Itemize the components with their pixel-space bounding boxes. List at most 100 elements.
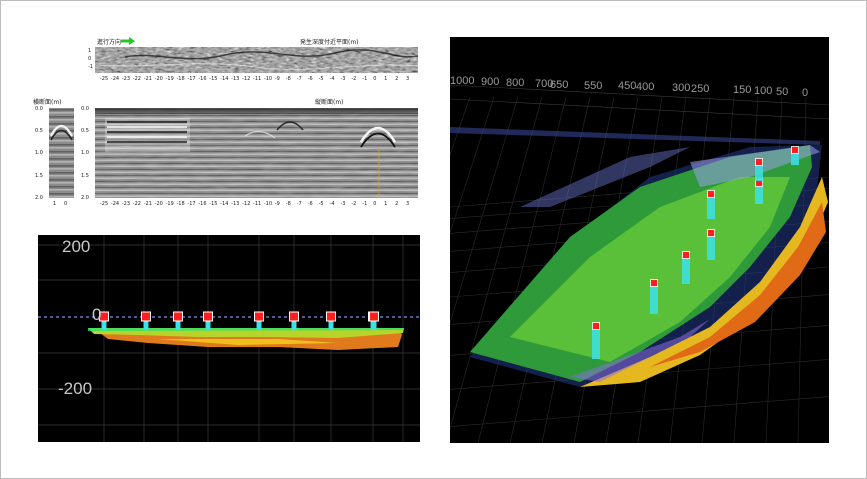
perspective-view-plot <box>450 84 829 443</box>
persp-scale-label: 900 <box>481 75 500 88</box>
cross-depth-tick: 0.0 <box>35 106 43 112</box>
persp-marker <box>707 190 715 198</box>
long-x-tick: -14 <box>220 201 229 207</box>
long-x-tick: -3 <box>340 201 346 207</box>
persp-marker <box>650 279 658 287</box>
plan-x-tick: -11 <box>253 76 262 82</box>
cross-x-tick: 0 <box>64 201 68 207</box>
plan-x-tick: -12 <box>242 76 251 82</box>
long-x-tick: -18 <box>176 201 185 207</box>
long-x-tick: -4 <box>329 201 335 207</box>
plan-x-tick: -8 <box>285 76 291 82</box>
persp-grid-line <box>450 396 829 427</box>
side-view-markers <box>99 311 379 330</box>
side-y-label: -200 <box>58 379 93 398</box>
persp-marker <box>682 251 690 259</box>
persp-pole <box>707 236 715 260</box>
plan-x-tick: -17 <box>187 76 196 82</box>
long-depth-tick: 2.0 <box>81 194 89 201</box>
long-x-tick: -7 <box>296 201 302 207</box>
plan-x-tick: -19 <box>165 76 174 82</box>
side-pole <box>143 321 149 330</box>
side-y-label: 200 <box>62 237 91 256</box>
plan-x-tick: -16 <box>198 76 207 82</box>
long-x-tick: -10 <box>263 201 273 207</box>
long-x-tick: -9 <box>274 201 280 207</box>
persp-scale-label: 1000 <box>450 75 475 87</box>
long-x-tick: -21 <box>143 201 152 207</box>
persp-scale-label: 300 <box>672 82 691 95</box>
road-surface-edge <box>450 127 820 145</box>
persp-scale-label: 800 <box>506 76 525 89</box>
long-x-tick: 2 <box>395 201 399 207</box>
plan-view-image <box>95 47 418 73</box>
persp-grid-line <box>450 96 495 234</box>
plan-x-tick: -10 <box>263 76 273 82</box>
plan-x-tick: -25 <box>100 76 109 82</box>
side-view-plot <box>38 235 420 442</box>
plan-x-tick: 1 <box>384 76 388 82</box>
long-x-tick: -15 <box>209 201 218 207</box>
long-x-tick: -12 <box>242 201 251 207</box>
long-x-tick: -22 <box>132 201 141 207</box>
long-x-tick: -2 <box>351 201 357 207</box>
side-pole <box>328 321 334 330</box>
long-x-tick: -23 <box>121 201 131 207</box>
cross-depth-tick: 1.5 <box>35 172 43 179</box>
plan-x-tick: -7 <box>296 76 302 82</box>
side-marker <box>369 311 379 322</box>
persp-marker <box>791 146 799 154</box>
longitudinal-section-image <box>95 108 418 198</box>
side-pole <box>101 321 107 330</box>
cross-depth-tick: 0.5 <box>35 128 43 135</box>
long-x-tick: -1 <box>362 201 368 207</box>
plan-x-tick: -13 <box>231 76 240 82</box>
side-pole <box>371 321 377 330</box>
direction-arrow-icon <box>121 37 135 45</box>
long-x-tick: 1 <box>384 201 388 207</box>
persp-marker <box>755 158 763 166</box>
persp-pole <box>592 329 600 359</box>
direction-label: 進行方向 <box>97 39 122 46</box>
side-pole <box>205 321 211 330</box>
radar-profile-figure: 進行方向 発生深度付近平面(m) 1 0 -1 -25 -24 -23 -22 -21 -20… <box>0 0 430 225</box>
longitudinal-section-title: 縦断面(m) <box>315 99 344 106</box>
persp-grid-line <box>450 96 543 430</box>
cross-depth-tick: 1.0 <box>35 150 43 157</box>
plan-x-tick: -14 <box>220 76 229 82</box>
long-x-tick: -20 <box>154 201 163 207</box>
plan-x-tick: -3 <box>340 76 346 82</box>
side-pole <box>175 321 181 330</box>
persp-marker <box>707 229 715 237</box>
long-x-tick: -11 <box>253 201 262 207</box>
persp-scale-label: 450 <box>618 80 637 93</box>
persp-pole <box>682 258 690 284</box>
side-marker <box>254 311 264 322</box>
long-depth-tick: 1.0 <box>81 150 89 157</box>
long-x-tick: -8 <box>285 201 291 207</box>
cross-depth-tick: 2.0 <box>35 194 43 201</box>
plan-x-tick: -22 <box>132 76 141 82</box>
persp-grid-line <box>450 96 471 156</box>
plan-x-tick: -6 <box>307 76 313 82</box>
cross-section-radargram <box>49 108 74 198</box>
plan-x-tick: -21 <box>143 76 152 82</box>
plan-x-tick: -2 <box>351 76 357 82</box>
persp-pole <box>650 286 658 314</box>
plan-x-tick: -5 <box>318 76 324 82</box>
long-x-tick: 3 <box>406 201 410 207</box>
plan-y-tick: 1 <box>88 48 92 54</box>
persp-pole <box>707 197 715 219</box>
persp-pole <box>755 165 763 181</box>
plan-x-tick: -24 <box>110 76 120 82</box>
cross-section-title: 横断面(m) <box>33 99 62 106</box>
plan-x-tick: -18 <box>176 76 185 82</box>
long-x-tick: -16 <box>198 201 207 207</box>
plan-x-tick: 2 <box>395 76 399 82</box>
side-marker <box>141 311 151 322</box>
long-x-tick: -17 <box>187 201 196 207</box>
persp-scale-label: 400 <box>636 81 655 94</box>
persp-scale-label: 100 <box>754 84 773 97</box>
side-marker <box>173 311 183 322</box>
long-x-tick: -6 <box>307 201 313 207</box>
